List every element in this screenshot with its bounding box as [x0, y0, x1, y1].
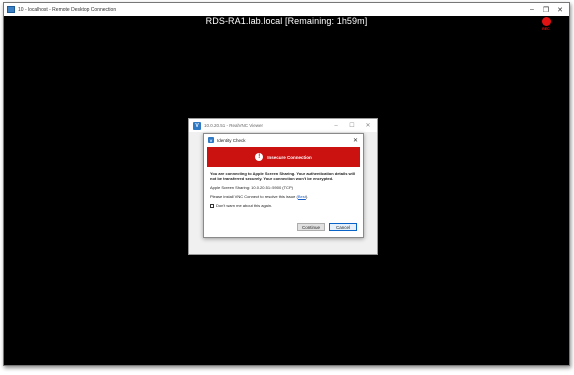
dialog-title: Identity Check [217, 137, 246, 143]
rdp-window-controls: – ❐ ✕ [525, 3, 567, 16]
rdp-window-title: 10 - localhost - Remote Desktop Connecti… [18, 6, 117, 13]
dont-warn-row: Don't warn me about this again. [210, 203, 357, 208]
install-hint-text: Please install VNC Connect to resolve th… [210, 194, 298, 199]
server-info: Apple Screen Sharing: 10.0.20.51::5900 (… [210, 185, 293, 190]
install-hint: Please install VNC Connect to resolve th… [210, 194, 357, 199]
rdp-titlebar[interactable]: 10 - localhost - Remote Desktop Connecti… [4, 3, 569, 16]
insecure-connection-banner: ! Insecure Connection [207, 147, 360, 167]
vnc-titlebar[interactable]: V 10.0.20.51 - RealVNC Viewer – ☐ ✕ [189, 119, 377, 132]
vnc-window-controls: – ☐ ✕ [328, 119, 376, 132]
dialog-buttons: Continue Cancel [297, 223, 357, 231]
close-icon[interactable]: ✕ [351, 135, 360, 145]
dialog-titlebar[interactable]: V Identity Check ✕ [204, 134, 363, 146]
dont-warn-label[interactable]: Don't warn me about this again. [216, 203, 272, 208]
rdp-restore-button[interactable]: ❐ [539, 3, 553, 16]
vnc-window-title: 10.0.20.51 - RealVNC Viewer [204, 123, 263, 128]
warning-message: You are connecting to Apple Screen Shari… [210, 171, 355, 181]
rdp-close-button[interactable]: ✕ [553, 3, 567, 16]
recording-label: REC [542, 27, 550, 31]
help-link[interactable]: Best [298, 194, 306, 199]
record-dot-icon [541, 17, 551, 26]
rdp-app-icon [7, 6, 15, 13]
vnc-minimize-button[interactable]: – [328, 119, 344, 132]
cancel-button[interactable]: Cancel [329, 223, 357, 231]
banner-title: Insecure Connection [267, 154, 312, 160]
identity-check-dialog: V Identity Check ✕ ! Insecure Connection… [203, 133, 364, 238]
rdp-minimize-button[interactable]: – [525, 3, 539, 16]
dont-warn-checkbox[interactable] [210, 203, 214, 208]
vnc-close-button[interactable]: ✕ [360, 119, 376, 132]
warning-icon: ! [255, 153, 264, 161]
session-info: RDS-RA1.lab.local [Remaining: 1h59m] [205, 16, 368, 26]
recording-indicator: REC [539, 17, 553, 31]
vnc-app-icon: V [193, 121, 201, 130]
dialog-app-icon: V [208, 137, 214, 143]
vnc-maximize-button[interactable]: ☐ [344, 119, 360, 132]
install-hint-end: ). [305, 194, 309, 199]
dialog-content: You are connecting to Apple Screen Shari… [210, 171, 357, 208]
continue-button[interactable]: Continue [297, 223, 325, 231]
